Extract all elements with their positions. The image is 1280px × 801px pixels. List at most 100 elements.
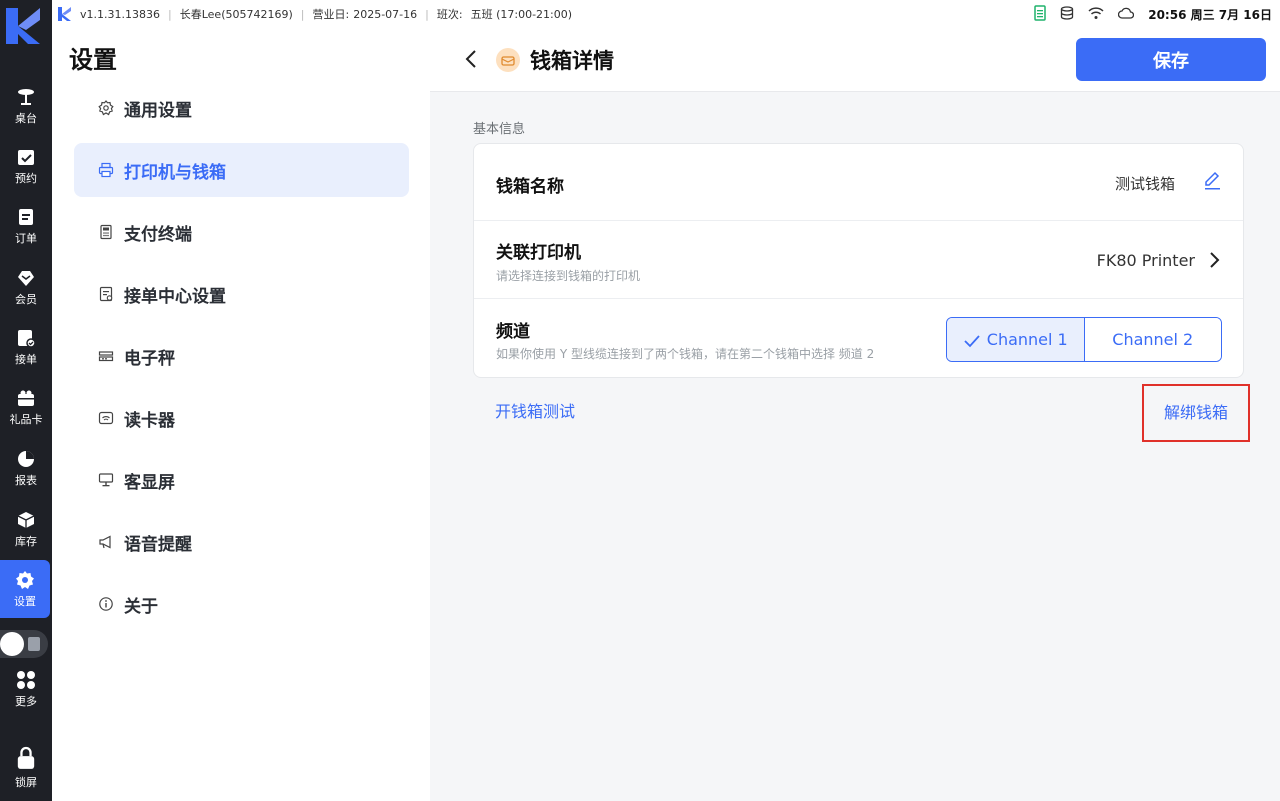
- gift-card-icon: [16, 388, 36, 408]
- settings-item-payment-terminal[interactable]: 支付终端: [74, 205, 409, 259]
- open-cashbox-test-link[interactable]: 开钱箱测试: [495, 398, 575, 422]
- settings-sidebar: 设置 通用设置 打印机与钱箱 支付终端 接单中心设置 电子秤 读卡器 客显屏 语…: [52, 28, 430, 801]
- info-icon: [98, 596, 114, 612]
- customer-display-icon: [98, 472, 114, 488]
- settings-item-label: 客显屏: [124, 472, 175, 493]
- grid-more-icon: [16, 670, 36, 690]
- brand-logo: [4, 6, 48, 50]
- settings-item-customer-display[interactable]: 客显屏: [74, 453, 409, 507]
- settings-item-card-reader[interactable]: 读卡器: [74, 391, 409, 445]
- inventory-icon: [16, 510, 36, 530]
- unbind-cashbox-label: 解绑钱箱: [1163, 403, 1228, 422]
- settings-item-general[interactable]: 通用设置: [74, 81, 409, 135]
- system-tray: 20:56 周三 7月 16日: [1034, 0, 1272, 28]
- edit-pencil-icon[interactable]: [1203, 171, 1221, 195]
- back-chevron-icon[interactable]: [464, 48, 478, 70]
- printer-status-icon[interactable]: [1034, 4, 1046, 24]
- rail-label: 预约: [15, 171, 37, 185]
- checkmark-icon: [963, 333, 981, 347]
- channel-2-option[interactable]: Channel 2: [1084, 318, 1221, 361]
- linked-printer-row[interactable]: 关联打印机 请选择连接到钱箱的打印机 FK80 Printer: [474, 221, 1243, 299]
- settings-item-order-center[interactable]: 接单中心设置: [74, 267, 409, 321]
- rail-label: 锁屏: [15, 775, 37, 789]
- shift: 五班 (17:00-21:00): [470, 8, 573, 21]
- basic-info-card: 钱箱名称 测试钱箱 关联打印机 请选择连接到钱箱的打印机 FK80 Printe…: [473, 143, 1244, 378]
- rail-item-accept-order[interactable]: 接单: [0, 318, 52, 376]
- rail-item-reservation[interactable]: 预约: [0, 137, 52, 195]
- rail-label: 报表: [15, 473, 37, 487]
- cashbox-name-label: 钱箱名称: [496, 177, 564, 197]
- linked-printer-hint: 请选择连接到钱箱的打印机: [496, 269, 641, 283]
- linked-printer-value: FK80 Printer: [1096, 251, 1195, 270]
- settings-item-voice-reminder[interactable]: 语音提醒: [74, 515, 409, 569]
- settings-item-label: 电子秤: [124, 348, 175, 369]
- page-title: 设置: [69, 46, 117, 74]
- order-center-icon: [98, 286, 114, 302]
- report-icon: [16, 449, 36, 469]
- business-day: 2025-07-16: [353, 7, 418, 21]
- card-reader-icon: [98, 410, 114, 426]
- divider: |: [300, 7, 305, 21]
- unbind-cashbox-link[interactable]: 解绑钱箱: [1142, 384, 1250, 442]
- detail-title: 钱箱详情: [530, 49, 614, 73]
- cloud-icon[interactable]: [1118, 7, 1135, 22]
- channel-row: 频道 如果你使用 Y 型线缆连接到了两个钱箱，请在第二个钱箱中选择 频道 2 C…: [474, 299, 1243, 377]
- quick-order-icon: [28, 637, 40, 651]
- rail-item-report[interactable]: 报表: [0, 439, 52, 497]
- settings-item-about[interactable]: 关于: [74, 577, 409, 631]
- cashbox-name-row[interactable]: 钱箱名称 测试钱箱: [474, 144, 1243, 221]
- scale-icon: [98, 348, 114, 364]
- database-icon[interactable]: [1060, 5, 1074, 23]
- table-quick-icon: [0, 632, 24, 656]
- settings-item-label: 读卡器: [124, 410, 175, 431]
- settings-item-label: 关于: [124, 596, 158, 617]
- settings-item-scale[interactable]: 电子秤: [74, 329, 409, 383]
- settings-item-label: 打印机与钱箱: [124, 162, 226, 183]
- current-user: 长春Lee(505742169): [179, 8, 293, 21]
- rail-label: 礼品卡: [9, 412, 43, 426]
- channel-label: 频道: [496, 322, 530, 342]
- table-icon: [16, 87, 36, 107]
- app-mini-logo: [58, 7, 72, 21]
- rail-item-settings[interactable]: 设置: [0, 560, 50, 618]
- rail-item-order[interactable]: 订单: [0, 197, 52, 255]
- settings-item-label: 接单中心设置: [124, 286, 226, 307]
- channel-1-option[interactable]: Channel 1: [947, 318, 1085, 361]
- member-icon: [16, 268, 36, 288]
- order-icon: [16, 207, 36, 227]
- rail-item-lock[interactable]: 锁屏: [0, 735, 52, 799]
- nav-rail: 桌台 预约 订单 会员 接单 礼品卡 报表 库存 设置 更多 锁屏: [0, 0, 52, 801]
- rail-label: 会员: [15, 292, 37, 306]
- quick-switch-toggle[interactable]: [0, 630, 48, 658]
- cashbox-icon: [496, 48, 520, 72]
- channel-segmented-control: Channel 1 Channel 2: [946, 317, 1222, 362]
- channel-option-label: Channel 2: [1112, 330, 1194, 349]
- rail-item-table[interactable]: 桌台: [0, 77, 52, 135]
- wifi-icon[interactable]: [1088, 6, 1104, 23]
- channel-hint: 如果你使用 Y 型线缆连接到了两个钱箱，请在第二个钱箱中选择 频道 2: [496, 347, 875, 361]
- gear-icon: [98, 100, 114, 116]
- printer-icon: [98, 162, 114, 178]
- settings-item-label: 通用设置: [124, 100, 192, 121]
- payment-terminal-icon: [98, 224, 114, 240]
- app-version: v1.1.31.13836: [80, 7, 160, 21]
- channel-option-label: Channel 1: [986, 330, 1068, 349]
- divider: |: [425, 7, 429, 21]
- save-button[interactable]: 保存: [1076, 38, 1266, 81]
- settings-item-label: 支付终端: [124, 224, 192, 245]
- rail-label: 订单: [15, 231, 37, 245]
- settings-item-printer-cashbox[interactable]: 打印机与钱箱: [74, 143, 409, 197]
- gear-icon: [15, 570, 35, 590]
- shift-label: 班次:: [436, 8, 463, 21]
- rail-item-member[interactable]: 会员: [0, 258, 52, 316]
- rail-item-gift-card[interactable]: 礼品卡: [0, 378, 52, 436]
- detail-header: 钱箱详情 保存: [430, 28, 1280, 92]
- system-clock: 20:56 周三 7月 16日: [1148, 7, 1272, 22]
- section-label: 基本信息: [473, 122, 526, 137]
- rail-label: 设置: [14, 594, 36, 608]
- rail-item-inventory[interactable]: 库存: [0, 500, 52, 558]
- lock-icon: [16, 745, 36, 771]
- rail-item-more[interactable]: 更多: [0, 660, 52, 718]
- divider: |: [168, 7, 172, 21]
- chevron-right-icon[interactable]: [1209, 251, 1221, 273]
